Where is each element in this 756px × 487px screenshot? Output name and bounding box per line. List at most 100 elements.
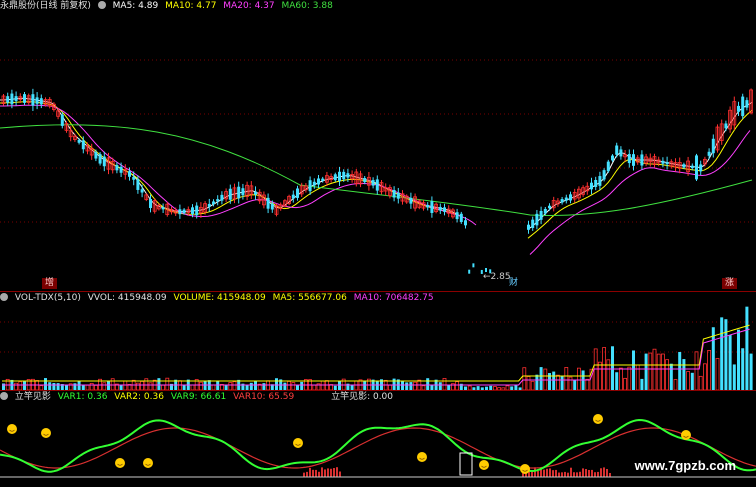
candle — [615, 145, 619, 155]
candle — [527, 224, 530, 230]
candle — [539, 210, 543, 220]
candle — [468, 269, 471, 274]
smiley-icon — [293, 438, 303, 448]
volume-bar — [23, 381, 26, 390]
candle — [409, 197, 413, 204]
volume-bar — [102, 382, 107, 391]
candle — [665, 162, 669, 165]
candle — [228, 188, 232, 200]
signal-bar — [588, 470, 590, 477]
signal-bar — [573, 472, 575, 477]
zhang-badge[interactable]: 涨 — [722, 278, 738, 289]
volume-bar — [724, 319, 728, 390]
signal-bar — [600, 468, 602, 477]
volume-bar — [656, 353, 661, 391]
candle — [724, 123, 728, 129]
ma-line — [0, 104, 477, 226]
vol-ma10-readout: MA10: 706482.75 — [353, 293, 434, 303]
candle — [707, 151, 711, 156]
volume-bar — [140, 380, 145, 391]
volume-bar — [611, 346, 614, 390]
vol-name: VOL-TDX(5,10) — [14, 293, 81, 303]
candle — [35, 97, 39, 104]
candle — [396, 192, 400, 199]
volume-bar — [48, 382, 52, 390]
signal-bar — [312, 469, 314, 477]
candle — [98, 154, 102, 164]
volume-bar — [707, 350, 711, 391]
signal-bar — [606, 469, 608, 477]
signal-bar — [591, 469, 593, 477]
signal-bar — [537, 471, 539, 477]
indicator-chart-pane[interactable]: 立竿见影 VAR1: 0.36 VAR2: 0.36 VAR9: 66.61 V… — [0, 391, 756, 487]
candle — [321, 178, 325, 181]
volume-chart-pane[interactable]: VOL-TDX(5,10) VVOL: 415948.09 VOLUME: 41… — [0, 292, 756, 391]
signal-bar — [603, 467, 605, 477]
volume-bar — [148, 382, 153, 391]
signal-bar — [339, 471, 341, 477]
candle — [426, 204, 430, 208]
smiley-icon — [41, 428, 51, 438]
candle — [695, 155, 698, 180]
volume-bar — [144, 378, 149, 391]
candlestick-chart[interactable] — [0, 0, 756, 292]
volume-bar — [401, 381, 404, 390]
signal-bar — [549, 468, 551, 477]
volume-bar — [539, 367, 543, 390]
signal-bar — [564, 471, 566, 477]
candle — [212, 201, 215, 205]
candle — [317, 178, 320, 185]
volume-bar — [632, 350, 635, 390]
candle — [472, 263, 475, 268]
vol-ma10-line — [2, 328, 750, 386]
signal-bar — [336, 467, 338, 477]
candle — [195, 205, 199, 216]
smiley-icon — [479, 460, 489, 470]
signal-bar — [558, 472, 560, 477]
price-header: 永鼎股份(日线 前复权) MA5: 4.89 MA10: 4.77 MA20: … — [0, 0, 337, 12]
settings-icon[interactable] — [97, 1, 106, 9]
signal-bar — [324, 469, 326, 477]
volume-bar — [720, 317, 724, 390]
volume-bar — [52, 382, 56, 390]
candle — [216, 199, 220, 202]
volume-bar — [300, 381, 304, 390]
candle — [602, 170, 606, 180]
candle — [741, 96, 745, 117]
candle — [464, 220, 467, 226]
volume-bar — [405, 382, 409, 390]
settings-icon[interactable] — [0, 293, 8, 301]
settings-icon[interactable] — [0, 392, 8, 400]
signal-bar — [534, 467, 536, 477]
var2-readout: VAR2: 0.36 — [114, 392, 164, 402]
candle — [207, 203, 211, 207]
signal-bar — [543, 469, 545, 477]
signal-bar — [309, 467, 311, 477]
var1-readout: VAR1: 0.36 — [57, 392, 108, 402]
candle — [140, 189, 144, 193]
price-chart-pane[interactable]: 永鼎股份(日线 前复权) MA5: 4.89 MA10: 4.77 MA20: … — [0, 0, 756, 292]
volume-bar — [678, 351, 682, 390]
volume-bar — [73, 383, 77, 390]
volume-bar — [262, 383, 266, 390]
candle — [94, 152, 98, 159]
signal-bar — [303, 472, 305, 477]
vol-ma5-readout: MA5: 556677.06 — [272, 293, 347, 303]
candle — [632, 154, 635, 166]
volume-bar — [228, 382, 233, 391]
candle — [10, 93, 14, 105]
candle — [590, 182, 593, 190]
candle — [363, 178, 367, 183]
signal-bar — [576, 472, 578, 477]
indicator-name: 立竿见影 — [14, 392, 51, 402]
volume-bar — [573, 379, 577, 390]
volume-bar — [686, 371, 690, 391]
volume-chart[interactable] — [0, 292, 756, 391]
volume-bar — [522, 367, 527, 391]
signal-bar — [570, 467, 572, 477]
candle — [220, 194, 224, 201]
signal-bar — [321, 467, 323, 477]
zeng-badge[interactable]: 增 — [42, 278, 58, 289]
volume-bar — [615, 372, 619, 390]
candle — [682, 164, 686, 168]
